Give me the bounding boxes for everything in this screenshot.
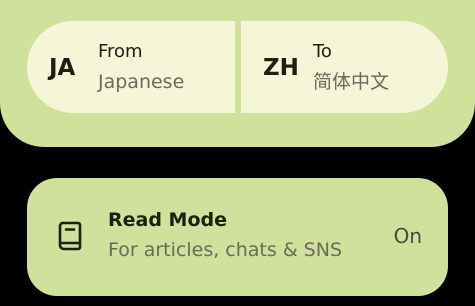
read-mode-status: On — [393, 224, 422, 248]
source-language-button[interactable]: JA From Japanese — [27, 21, 235, 113]
target-language-code: ZH — [263, 55, 299, 81]
source-language-code: JA — [49, 55, 76, 81]
language-selector-panel: JA From Japanese ZH To 简体中文 — [0, 0, 475, 147]
source-language-label: From — [98, 41, 143, 62]
target-language-button[interactable]: ZH To 简体中文 — [241, 21, 448, 113]
read-mode-card[interactable]: Read Mode For articles, chats & SNS On — [27, 178, 448, 296]
read-mode-title: Read Mode — [108, 209, 228, 231]
read-mode-subtitle: For articles, chats & SNS — [108, 239, 343, 261]
source-language-name: Japanese — [98, 71, 185, 93]
target-language-name: 简体中文 — [313, 71, 390, 93]
book-icon — [57, 221, 83, 251]
target-language-label: To — [313, 41, 332, 62]
